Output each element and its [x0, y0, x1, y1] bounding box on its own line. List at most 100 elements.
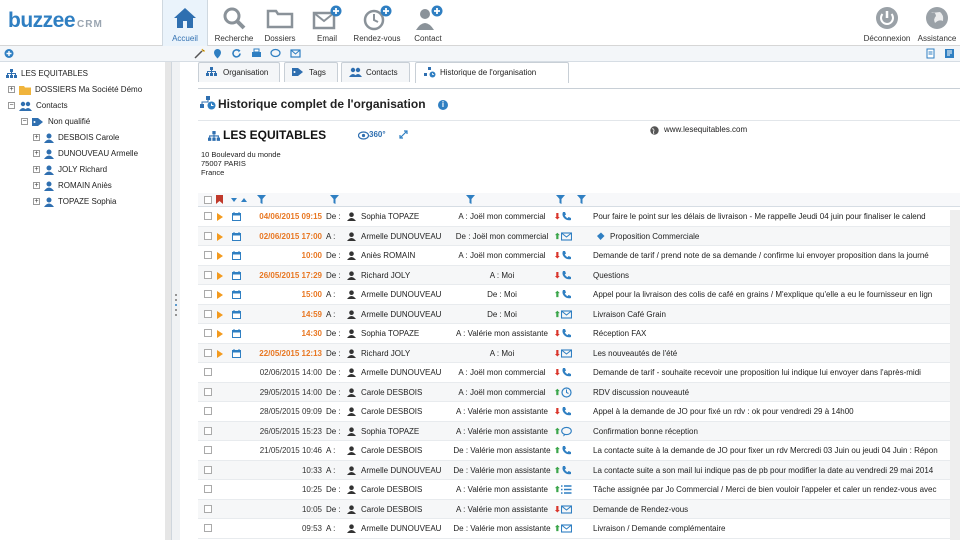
filter-icon[interactable] [330, 195, 339, 204]
comment-icon[interactable] [270, 48, 281, 59]
tree-item-contact[interactable]: + JOLY Richard [33, 163, 107, 177]
row-subject[interactable]: Confirmation bonne réception [593, 422, 960, 441]
tree-item-non-qualifie[interactable]: − Non qualifié [21, 115, 90, 129]
phone-icon[interactable] [561, 406, 572, 417]
row-checkbox[interactable] [204, 251, 212, 259]
row-contact[interactable]: Carole DESBOIS [361, 402, 449, 421]
sort-icon[interactable] [231, 197, 247, 203]
right-scrollbar[interactable] [950, 210, 960, 540]
row-checkbox[interactable] [204, 426, 212, 435]
attachment-icon[interactable] [596, 232, 605, 241]
row-subject[interactable]: Livraison Café Grain [593, 305, 960, 324]
table-row[interactable]: 10:00 De : Aniès ROMAIN A : Joël mon commer… [198, 246, 960, 266]
tree-item-organization[interactable]: LES EQUITABLES [6, 67, 88, 81]
row-checkbox[interactable] [204, 407, 212, 415]
table-row[interactable]: 22/05/2015 12:13 De : Richard JOLY A : Moi ⬇… [198, 343, 960, 363]
document-icon[interactable] [925, 48, 936, 59]
row-contact[interactable]: Armelle DUNOUVEAU [361, 461, 449, 480]
table-row[interactable]: 21/05/2015 10:46 A : Carole DESBOIS De : Va… [198, 441, 960, 461]
table-row[interactable]: 02/06/2015 14:00 De : Armelle DUNOUVEAU A :… [198, 363, 960, 383]
phone-icon[interactable] [561, 367, 572, 378]
row-contact[interactable]: Armelle DUNOUVEAU [361, 227, 449, 246]
email-icon[interactable] [561, 523, 572, 534]
info-icon[interactable]: i [438, 100, 448, 110]
nav-contact[interactable]: Contact [405, 0, 451, 46]
row-subject[interactable]: La contacte suite a son mail lui indique… [593, 461, 960, 480]
row-checkbox[interactable] [204, 348, 212, 357]
tree-item-contacts[interactable]: − Contacts [8, 99, 68, 113]
expand-arrow-icon[interactable] [217, 213, 223, 221]
row-contact[interactable]: Carole DESBOIS [361, 383, 449, 402]
expand-icon[interactable]: + [8, 86, 15, 94]
row-contact[interactable]: Armelle DUNOUVEAU [361, 285, 449, 304]
row-subject[interactable]: Proposition Commerciale [610, 227, 960, 246]
export-icon[interactable] [944, 48, 955, 59]
row-subject[interactable]: Demande de tarif / prend note de sa dema… [593, 246, 960, 265]
row-checkbox[interactable] [204, 212, 212, 220]
tree-item-contact[interactable]: + ROMAIN Aniès [33, 179, 112, 193]
row-contact[interactable]: Richard JOLY [361, 266, 449, 285]
expand-arrow-icon[interactable] [217, 271, 223, 280]
expand-arrow-icon[interactable] [217, 232, 223, 241]
row-contact[interactable]: Armelle DUNOUVEAU [361, 363, 449, 382]
expand-arrow-icon[interactable] [217, 291, 223, 299]
row-subject[interactable]: Appel pour la livraison des colis de caf… [593, 285, 960, 304]
expand-icon[interactable]: + [33, 198, 40, 206]
bookmark-icon[interactable] [216, 195, 223, 204]
row-subject[interactable]: Réception FAX [593, 324, 960, 343]
phone-icon[interactable] [561, 328, 572, 339]
nav-rendez-vous[interactable]: Rendez-vous [353, 0, 401, 46]
expand-arrow-icon[interactable] [217, 310, 223, 319]
email-icon[interactable] [561, 309, 572, 320]
row-checkbox[interactable] [204, 231, 212, 240]
row-subject[interactable]: Livraison / Demande complémentaire [593, 519, 960, 538]
table-row[interactable]: 02/06/2015 17:00 A : Armelle DUNOUVEAU De :… [198, 226, 960, 246]
table-row[interactable]: 28/05/2015 09:09 De : Carole DESBOIS A : Va… [198, 402, 960, 422]
row-subject[interactable]: La contacte suite à la demande de JO pou… [593, 441, 960, 460]
row-checkbox[interactable] [204, 524, 212, 532]
filter-icon[interactable] [577, 195, 586, 204]
email-icon[interactable] [561, 348, 572, 359]
row-contact[interactable]: Armelle DUNOUVEAU [361, 519, 449, 538]
table-row[interactable]: 29/05/2015 14:00 De : Carole DESBOIS A : Jo… [198, 382, 960, 402]
table-row[interactable]: 15:00 A : Armelle DUNOUVEAU De : Moi ⬆ Appel … [198, 285, 960, 305]
table-row[interactable]: 14:59 A : Armelle DUNOUVEAU De : Moi ⬆ Livrai… [198, 304, 960, 324]
row-checkbox[interactable] [204, 270, 212, 279]
list-icon[interactable] [561, 484, 572, 495]
table-row[interactable]: 26/05/2015 15:23 De : Sophia TOPAZE A : Val… [198, 421, 960, 441]
tab-contacts[interactable]: Contacts [341, 62, 410, 82]
phone-icon[interactable] [561, 445, 572, 456]
row-checkbox[interactable] [204, 465, 212, 474]
tab-tags[interactable]: Tags [284, 62, 338, 82]
phone-icon[interactable] [561, 289, 572, 300]
collapse-icon[interactable]: − [8, 102, 15, 110]
filter-icon[interactable] [257, 195, 266, 204]
select-all-checkbox[interactable] [204, 196, 212, 204]
row-subject[interactable]: Demande de tarif - souhaite recevoir une… [593, 363, 960, 382]
map-pin-icon[interactable] [212, 48, 223, 59]
table-row[interactable]: 26/05/2015 17:29 De : Richard JOLY A : Moi ⬇… [198, 265, 960, 285]
row-checkbox[interactable] [204, 290, 212, 298]
phone-icon[interactable] [561, 250, 572, 261]
table-row[interactable]: 14:30 De : Sophia TOPAZE A : Valérie mon as… [198, 324, 960, 344]
phone-icon[interactable] [561, 211, 572, 222]
expand-icon[interactable]: + [33, 134, 40, 142]
expand-icon[interactable]: + [33, 166, 40, 174]
filter-icon[interactable] [466, 195, 475, 204]
row-contact[interactable]: Sophia TOPAZE [361, 422, 449, 441]
expand-icon[interactable]: + [33, 182, 40, 190]
email-icon[interactable] [561, 231, 572, 242]
row-subject[interactable]: Les nouveautés de l'été [593, 344, 960, 363]
row-subject[interactable]: Questions [593, 266, 960, 285]
filter-icon[interactable] [556, 195, 565, 204]
row-checkbox[interactable] [204, 504, 212, 513]
view-360-link[interactable]: 360° [369, 130, 386, 139]
table-row[interactable]: 10:05 De : Carole DESBOIS A : Valérie mon a… [198, 499, 960, 519]
table-row[interactable]: 10:33 A : Armelle DUNOUVEAU De : Valérie mo… [198, 460, 960, 480]
row-checkbox[interactable] [204, 368, 212, 376]
table-row[interactable]: 04/06/2015 09:15 De : Sophia TOPAZE A : Joë… [198, 207, 960, 227]
row-contact[interactable]: Aniès ROMAIN [361, 246, 449, 265]
row-checkbox[interactable] [204, 485, 212, 493]
email-icon[interactable] [561, 504, 572, 515]
row-contact[interactable]: Sophia TOPAZE [361, 207, 449, 226]
